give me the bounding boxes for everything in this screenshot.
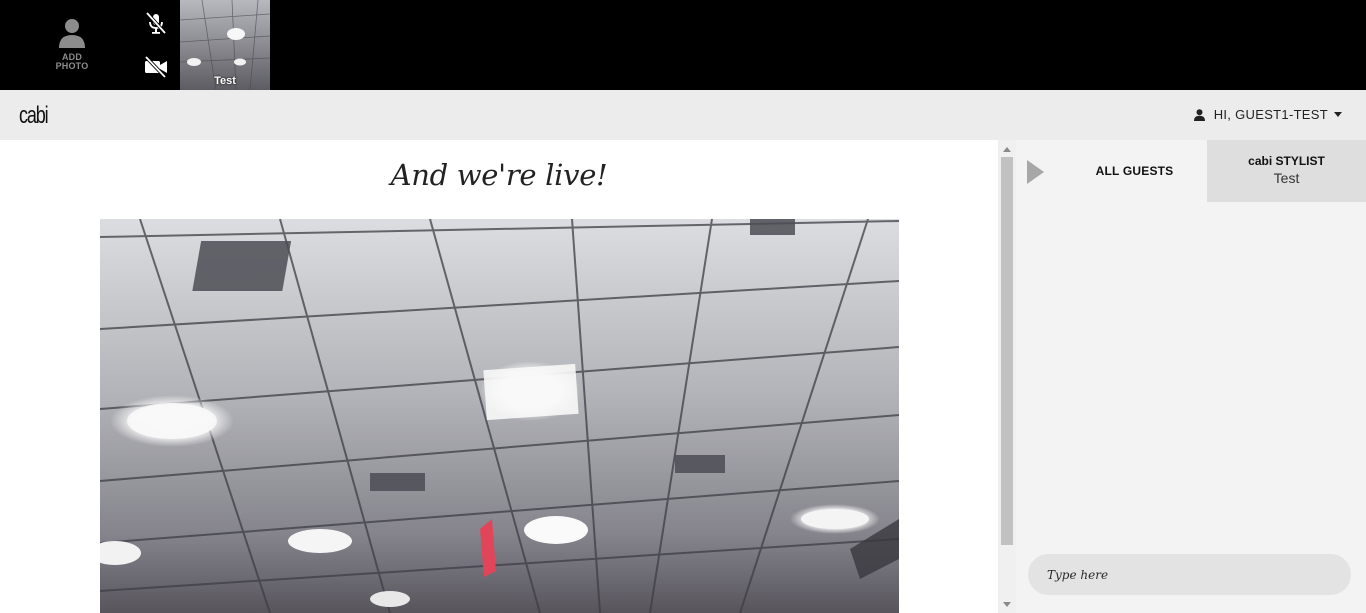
caret-down-icon [1334,112,1342,117]
scroll-thumb[interactable] [1001,157,1013,545]
participant-thumbnail[interactable]: Test [180,0,270,90]
live-heading: And we're live! [390,158,608,192]
live-video-stream[interactable] [100,219,899,613]
cabi-logo[interactable]: cabi [19,102,49,130]
tab-all-guests[interactable]: ALL GUESTS [1062,140,1207,202]
toggle-camera-button[interactable] [142,55,170,79]
add-photo-button[interactable]: ADD PHOTO [40,18,104,78]
main-content: And we're live! [0,140,998,613]
chat-message-input[interactable] [1028,554,1351,595]
video-strip: ADD PHOTO Test [0,0,1366,90]
chat-sidebar: ALL GUESTS cabi STYLIST Test [1016,140,1366,613]
scroll-up-arrow-icon[interactable] [1003,147,1011,152]
tab-stylist-name: Test [1273,170,1300,186]
nav-bar: cabi HI, GUEST1-TEST [0,90,1366,140]
live-video-image [100,219,899,613]
video-camera-off-icon [144,56,167,78]
scroll-down-arrow-icon[interactable] [1003,602,1011,607]
microphone-muted-icon [145,11,167,35]
participant-name: Test [214,75,236,87]
user-icon [1193,108,1205,121]
user-greeting: HI, GUEST1-TEST [1213,107,1328,122]
main-scrollbar[interactable] [998,140,1016,613]
person-silhouette-icon [59,19,85,48]
add-photo-label-2: PHOTO [55,61,89,71]
user-menu-dropdown[interactable]: HI, GUEST1-TEST [1193,107,1342,122]
mute-microphone-button[interactable] [142,11,170,35]
tab-stylist-title: cabi STYLIST [1248,154,1325,168]
tab-cabi-stylist[interactable]: cabi STYLIST Test [1207,140,1366,202]
collapse-sidebar-arrow-icon[interactable] [1027,160,1044,184]
